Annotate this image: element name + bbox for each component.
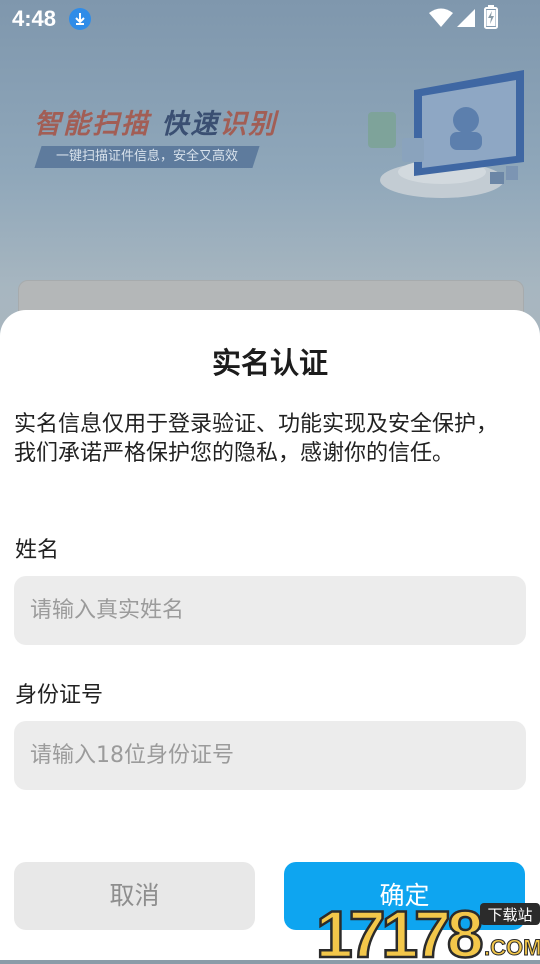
wifi-icon [429, 8, 453, 27]
id-number-input[interactable] [14, 721, 526, 790]
watermark-logo: 17178 下载站 .COM [315, 895, 540, 964]
cancel-button[interactable]: 取消 [14, 862, 255, 930]
battery-charging-icon [484, 5, 498, 29]
banner-title: 智能扫描 快速识别 [34, 102, 277, 141]
dialog-title: 实名认证 [211, 346, 328, 380]
banner-subtitle: 一键扫描证件信息，安全又高效 [34, 146, 260, 168]
privacy-notice: 实名信息仅用于登录验证、功能实现及安全保护，我们承诺严格保护您的隐私，感谢你的信… [14, 412, 499, 466]
signal-icon [457, 9, 475, 27]
name-input[interactable] [14, 576, 526, 645]
name-label: 姓名 [15, 538, 60, 563]
scanner-illustration-icon [368, 70, 524, 198]
id-number-label: 身份证号 [15, 683, 104, 708]
banner-title-part1: 智能扫描 [34, 109, 150, 140]
banner-subtitle-text: 一键扫描证件信息，安全又高效 [56, 149, 239, 164]
status-bar: 4:48 [0, 0, 540, 36]
verification-dialog: 实名认证 实名信息仅用于登录验证、功能实现及安全保护，我们承诺严格保护您的隐私，… [0, 310, 540, 960]
download-icon [69, 8, 91, 30]
status-time: 4:48 [12, 6, 57, 31]
banner-title-part2: 快速 [161, 109, 220, 140]
banner-title-part3: 识别 [219, 109, 278, 140]
svg-text:17178: 17178 [316, 897, 482, 960]
svg-text:下载站: 下载站 [487, 906, 532, 924]
svg-text:.COM: .COM [484, 935, 540, 960]
